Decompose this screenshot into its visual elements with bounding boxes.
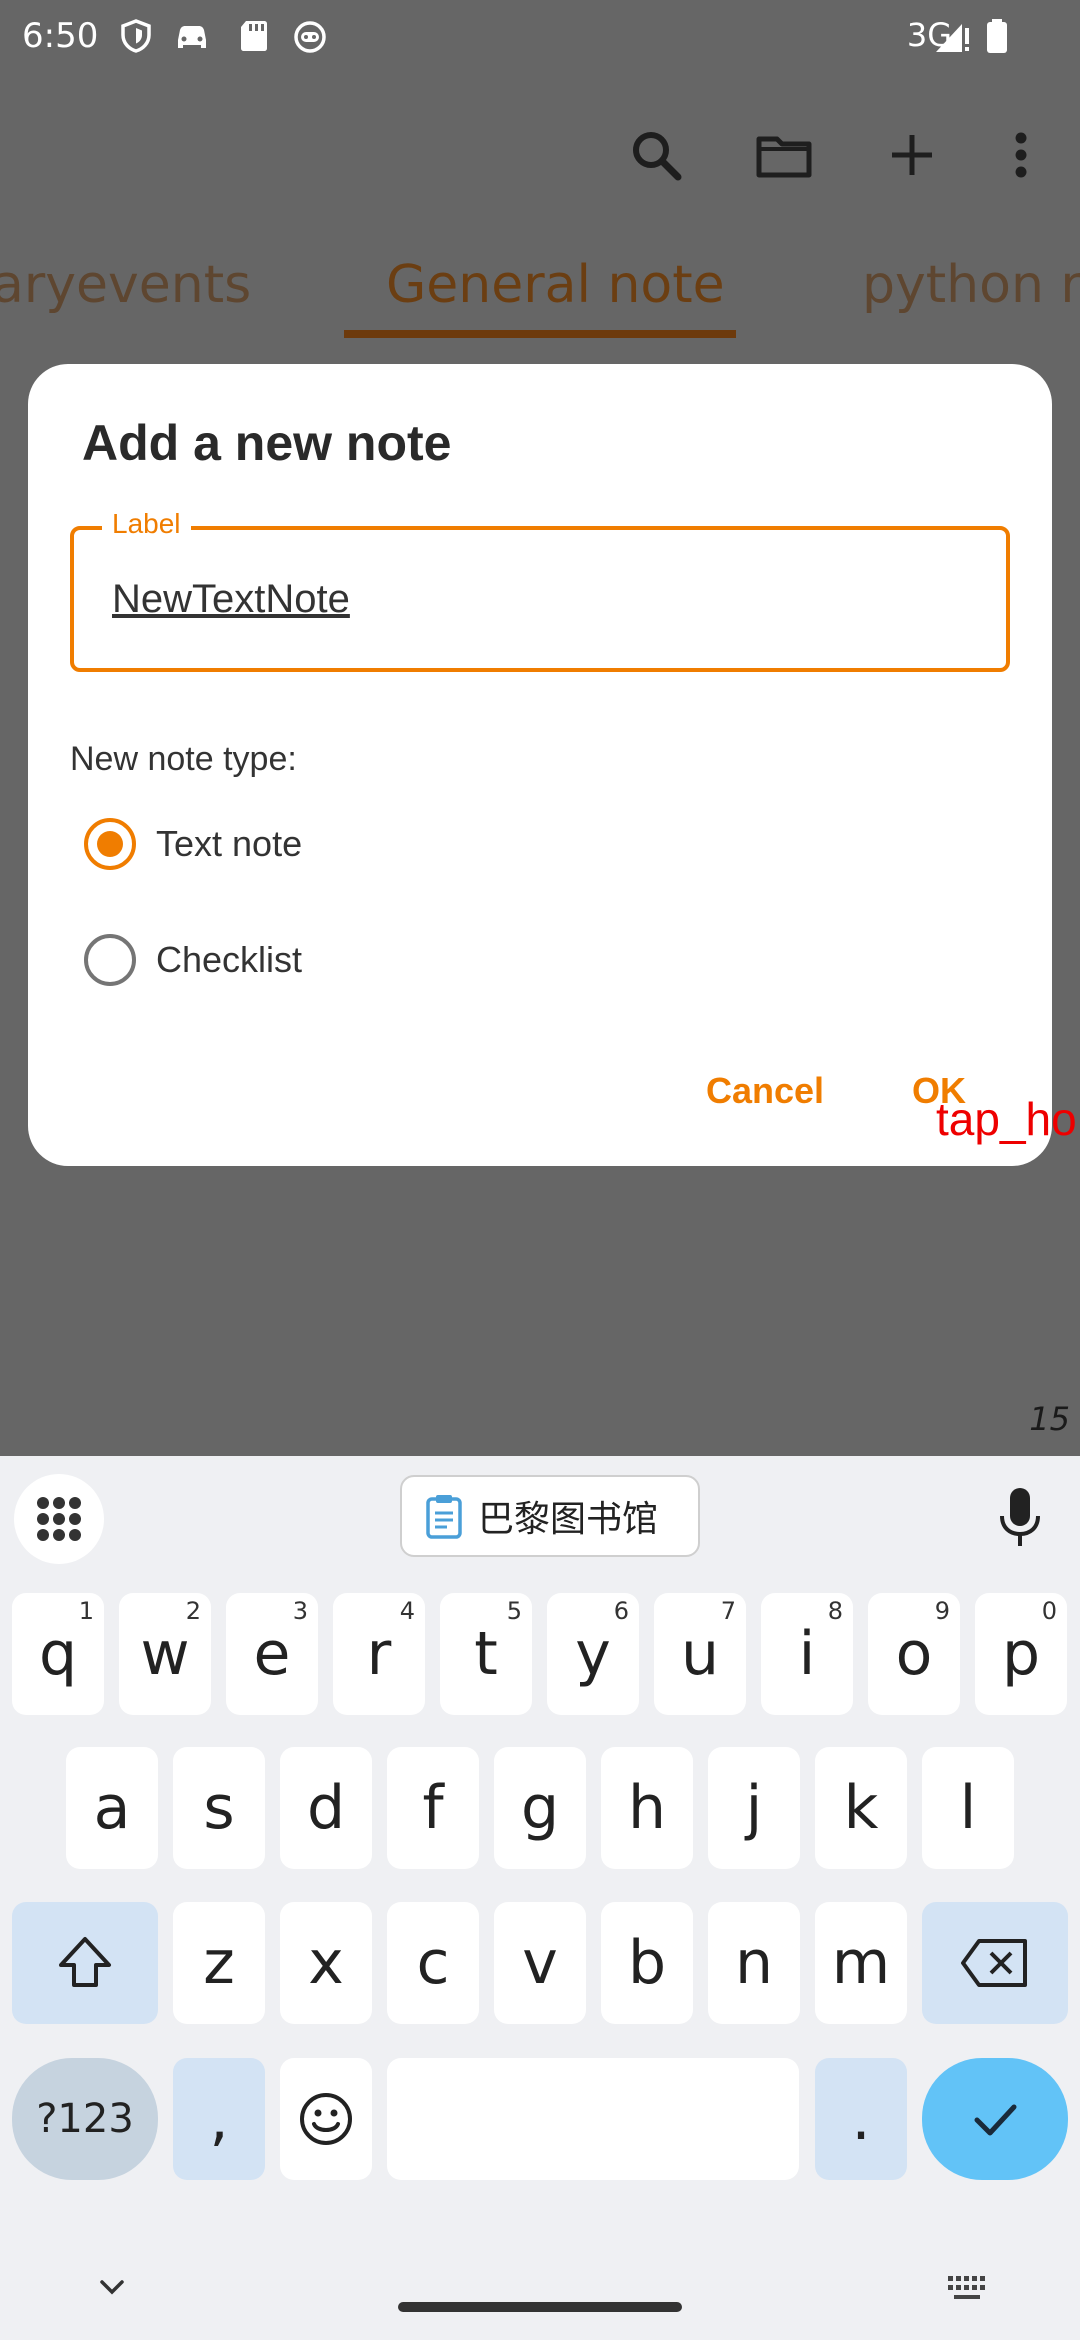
key-k[interactable]: k: [815, 1747, 907, 1869]
key-d[interactable]: d: [280, 1747, 372, 1869]
comma-key[interactable]: ,: [173, 2058, 265, 2180]
shift-icon: [59, 1937, 111, 1987]
key-c[interactable]: c: [387, 1902, 479, 2024]
label-input[interactable]: [112, 574, 972, 624]
clipboard-text: 巴黎图书馆: [478, 1499, 659, 1540]
key-x[interactable]: x: [280, 1902, 372, 2024]
key-v[interactable]: v: [494, 1902, 586, 2024]
key-t[interactable]: t5: [440, 1593, 532, 1715]
key-r[interactable]: r4: [333, 1593, 425, 1715]
radio-checklist-label: Checklist: [156, 939, 303, 980]
more-options-icon[interactable]: [996, 125, 1056, 185]
sd-card-icon: [241, 21, 267, 51]
dialog-title: Add a new note: [82, 415, 452, 471]
apps-grid-icon: [37, 1497, 81, 1541]
robot-icon: [294, 21, 326, 53]
tab-indicator: [344, 330, 736, 338]
battery-icon: [987, 19, 1007, 53]
radio-unchecked-icon[interactable]: [84, 934, 136, 986]
signal-icon: [936, 24, 969, 52]
clipboard-suggestion-chip[interactable]: 巴黎图书馆: [400, 1475, 700, 1557]
add-note-dialog: Add a new note Label New note type: Text…: [28, 364, 1052, 1166]
space-key[interactable]: [387, 2058, 799, 2180]
key-b[interactable]: b: [601, 1902, 693, 2024]
tab-aryevents[interactable]: aryevents: [0, 255, 251, 315]
tap-annotation: tap_ho: [936, 1093, 1077, 1145]
keyboard-menu-button[interactable]: [14, 1474, 104, 1564]
key-w[interactable]: w2: [119, 1593, 211, 1715]
home-indicator[interactable]: [398, 2302, 682, 2312]
key-l[interactable]: l: [922, 1747, 1014, 1869]
key-p[interactable]: p0: [975, 1593, 1067, 1715]
collapse-keyboard-icon[interactable]: [92, 2268, 132, 2308]
enter-key[interactable]: [922, 2058, 1068, 2180]
label-field[interactable]: Label: [70, 508, 1010, 672]
key-u[interactable]: u7: [654, 1593, 746, 1715]
keyboard-switch-icon[interactable]: [944, 2268, 992, 2308]
keyboard-suggestion-bar: 巴黎图书馆: [0, 1456, 1080, 1576]
key-y[interactable]: y6: [547, 1593, 639, 1715]
radio-text-note-label: Text note: [156, 823, 303, 864]
tab-general-note[interactable]: General note: [386, 255, 725, 315]
shield-icon: [121, 19, 151, 53]
mic-icon[interactable]: [996, 1486, 1044, 1550]
key-o[interactable]: o9: [868, 1593, 960, 1715]
folder-icon[interactable]: [754, 125, 814, 185]
note-type-label: New note type:: [70, 740, 297, 778]
key-f[interactable]: f: [387, 1747, 479, 1869]
radio-text-note[interactable]: Text note: [84, 814, 302, 874]
period-key[interactable]: .: [815, 2058, 907, 2180]
radio-checked-icon[interactable]: [84, 818, 136, 870]
key-j[interactable]: j: [708, 1747, 800, 1869]
status-bar: 6:50 3G: [0, 0, 1080, 75]
key-a[interactable]: a: [66, 1747, 158, 1869]
key-n[interactable]: n: [708, 1902, 800, 2024]
tab-python[interactable]: python ru: [862, 255, 1080, 315]
key-z[interactable]: z: [173, 1902, 265, 2024]
search-icon[interactable]: [626, 125, 686, 185]
key-e[interactable]: e3: [226, 1593, 318, 1715]
key-m[interactable]: m: [815, 1902, 907, 2024]
emoji-icon: [300, 2093, 352, 2145]
status-time: 6:50: [22, 16, 99, 56]
page-number: 15: [1029, 1400, 1070, 1438]
key-s[interactable]: s: [173, 1747, 265, 1869]
key-i[interactable]: i8: [761, 1593, 853, 1715]
symbols-key[interactable]: ?123: [12, 2058, 158, 2180]
backspace-key[interactable]: [922, 1902, 1068, 2024]
add-icon[interactable]: [882, 125, 942, 185]
label-field-label: Label: [102, 508, 191, 540]
key-h[interactable]: h: [601, 1747, 693, 1869]
key-g[interactable]: g: [494, 1747, 586, 1869]
key-q[interactable]: q1: [12, 1593, 104, 1715]
radio-checklist[interactable]: Checklist: [84, 930, 302, 990]
keyboard: 巴黎图书馆 q1 w2 e3 r4 t5 y6 u7 i8 o9 p0 a s …: [0, 1456, 1080, 2340]
backspace-icon: [961, 1939, 1027, 1987]
clipboard-icon: [426, 1495, 462, 1539]
cancel-button[interactable]: Cancel: [706, 1070, 824, 1112]
shift-key[interactable]: [12, 1902, 158, 2024]
checkmark-icon: [974, 2104, 1017, 2136]
tab-bar: aryevents General note python ru: [0, 235, 1080, 345]
car-icon: [178, 26, 206, 48]
emoji-key[interactable]: [280, 2058, 372, 2180]
